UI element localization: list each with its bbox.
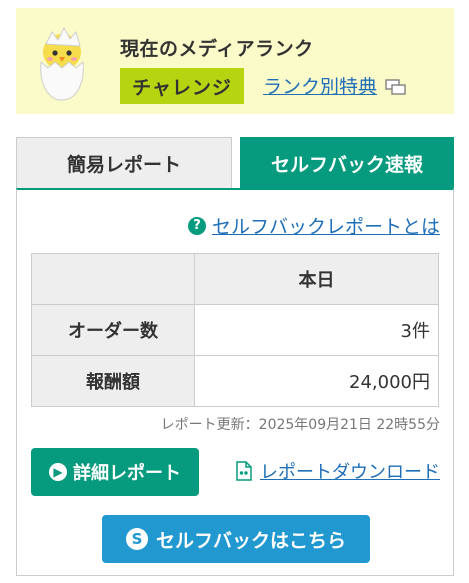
table-header-empty xyxy=(31,253,195,305)
table-row: 報酬額 24,000円 xyxy=(31,355,439,407)
row-value-orders: 3件 xyxy=(194,304,439,356)
detail-report-button[interactable]: ▶ 詳細レポート xyxy=(31,448,199,496)
selfback-button-label: セルフバックはこちら xyxy=(155,529,346,552)
tab-simple-report[interactable]: 簡易レポート xyxy=(16,137,232,189)
media-rank-banner: 現在のメディアランク チャレンジ ランク別特典 xyxy=(16,8,454,114)
table-header-today: 本日 xyxy=(194,253,439,305)
table-row: オーダー数 3件 xyxy=(31,304,439,356)
selfback-help-link[interactable]: ? セルフバックレポートとは xyxy=(187,212,440,239)
detail-report-label: 詳細レポート xyxy=(73,463,181,484)
tab-selfback-report[interactable]: セルフバック速報 xyxy=(240,137,454,189)
row-label-orders: オーダー数 xyxy=(31,304,195,356)
chick-in-egg-icon xyxy=(40,26,84,101)
selfback-s-icon: S xyxy=(125,528,148,550)
row-value-reward: 24,000円 xyxy=(194,355,439,407)
table-header-row: 本日 xyxy=(31,253,439,305)
row-label-reward: 報酬額 xyxy=(31,355,195,407)
file-quote-icon xyxy=(236,461,252,481)
rank-badge: チャレンジ xyxy=(120,68,244,104)
question-icon: ? xyxy=(187,216,206,235)
selfback-report-panel: ? セルフバックレポートとは 本日 オーダー数 3件 報酬額 24,000円 レ… xyxy=(16,188,454,576)
report-download-link[interactable]: レポートダウンロード xyxy=(236,458,440,484)
report-updated-timestamp: レポート更新：2025年09月21日 22時55分 xyxy=(160,417,440,433)
selfback-help-label: セルフバックレポートとは xyxy=(211,216,440,238)
rank-title: 現在のメディアランク xyxy=(120,38,314,60)
report-table: 本日 オーダー数 3件 報酬額 24,000円 xyxy=(31,253,439,407)
arrow-right-icon: ▶ xyxy=(49,463,67,481)
report-download-label: レポートダウンロード xyxy=(260,462,440,483)
rank-benefits-link[interactable]: ランク別特典 xyxy=(263,72,407,99)
selfback-button[interactable]: S セルフバックはこちら xyxy=(102,515,370,563)
external-window-icon xyxy=(385,78,407,95)
rank-benefits-label: ランク別特典 xyxy=(263,76,378,98)
